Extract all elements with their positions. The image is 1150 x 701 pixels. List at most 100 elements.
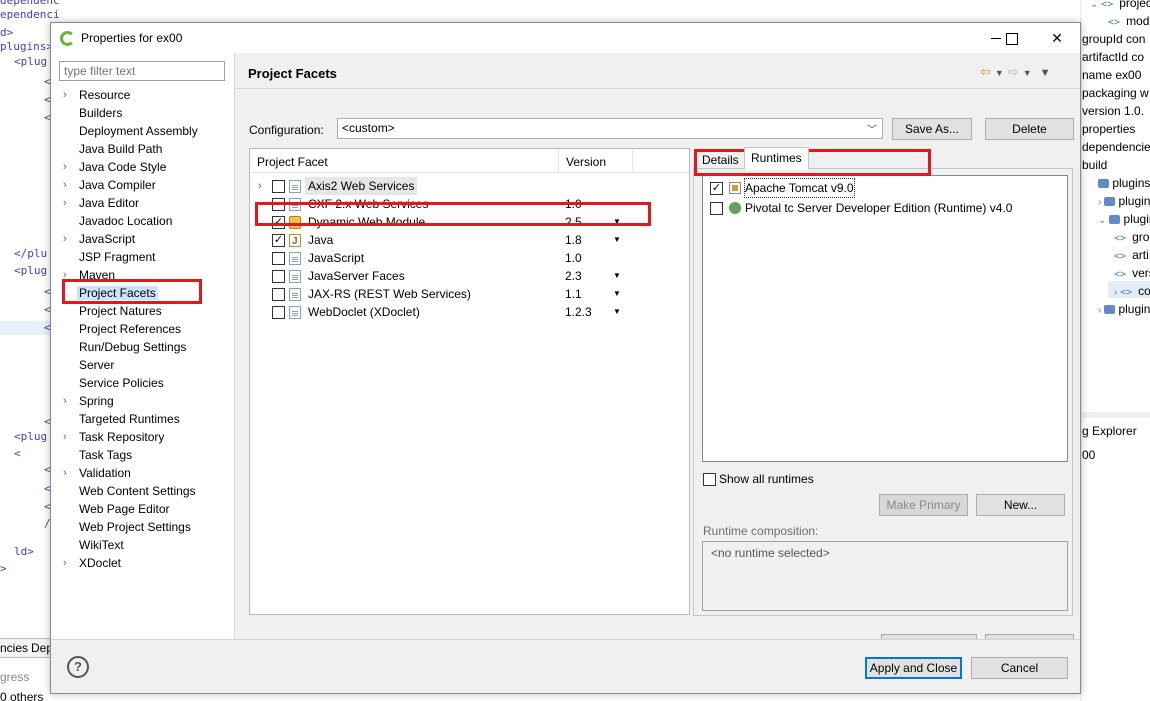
- nav-item[interactable]: Project References: [51, 320, 235, 338]
- nav-item[interactable]: Project Natures: [51, 302, 235, 320]
- maximize-button[interactable]: [1001, 28, 1021, 48]
- outline-row[interactable]: <> modelVersio: [1108, 14, 1150, 28]
- chevron-right-icon[interactable]: ›: [63, 464, 67, 482]
- facet-version[interactable]: 2.5: [565, 213, 582, 231]
- chevron-right-icon[interactable]: ›: [63, 392, 67, 410]
- runtime-checkbox[interactable]: ✓: [710, 182, 723, 195]
- facet-row[interactable]: › Axis2 Web Services: [250, 177, 689, 195]
- version-dropdown-icon[interactable]: ▼: [613, 285, 621, 303]
- outline-row[interactable]: <> vers: [1114, 266, 1150, 280]
- delete-button[interactable]: Delete: [985, 118, 1074, 140]
- column-project-facet[interactable]: Project Facet: [257, 155, 328, 169]
- facet-row[interactable]: WebDoclet (XDoclet) 1.2.3 ▼: [250, 303, 689, 321]
- version-dropdown-icon[interactable]: ▼: [613, 267, 621, 285]
- facet-checkbox[interactable]: [272, 180, 285, 193]
- facet-version[interactable]: 1.0: [565, 195, 582, 213]
- facet-row[interactable]: JAX-RS (REST Web Services) 1.1 ▼: [250, 285, 689, 303]
- package-explorer-item[interactable]: 00: [1082, 448, 1095, 462]
- nav-item[interactable]: › JavaScript: [51, 230, 235, 248]
- forward-menu-icon[interactable]: ▼: [1023, 68, 1032, 78]
- back-arrow-icon[interactable]: ⇦: [980, 64, 991, 79]
- chevron-right-icon[interactable]: ›: [63, 266, 67, 284]
- facet-row[interactable]: ✓ Dynamic Web Module 2.5 ▼: [250, 213, 689, 231]
- nav-item[interactable]: JSP Fragment: [51, 248, 235, 266]
- tab-runtimes[interactable]: Runtimes: [744, 147, 809, 170]
- nav-item[interactable]: Web Content Settings: [51, 482, 235, 500]
- outline-row[interactable]: groupId con: [1082, 32, 1145, 46]
- show-all-runtimes-checkbox[interactable]: [703, 473, 716, 486]
- chevron-down-icon[interactable]: ⌄: [1098, 215, 1109, 226]
- nav-item[interactable]: › XDoclet: [51, 554, 235, 572]
- chevron-right-icon[interactable]: ›: [63, 194, 67, 212]
- facet-checkbox[interactable]: ✓: [272, 234, 285, 247]
- forward-arrow-icon[interactable]: ⇨: [1008, 64, 1019, 79]
- runtime-checkbox[interactable]: [710, 202, 723, 215]
- facet-checkbox[interactable]: ✓: [272, 216, 285, 229]
- nav-item[interactable]: Targeted Runtimes: [51, 410, 235, 428]
- outline-row[interactable]: › <> con: [1114, 284, 1150, 298]
- nav-item[interactable]: › Task Repository: [51, 428, 235, 446]
- facet-version[interactable]: 1.2.3: [565, 303, 592, 321]
- outline-row[interactable]: <> gro: [1114, 230, 1149, 244]
- facet-row[interactable]: ✓ Java 1.8 ▼: [250, 231, 689, 251]
- runtime-row[interactable]: Pivotal tc Server Developer Edition (Run…: [703, 199, 1067, 217]
- package-explorer-title[interactable]: g Explorer: [1082, 424, 1137, 438]
- outline-row[interactable]: artifactId co: [1082, 50, 1144, 64]
- nav-item[interactable]: › Validation: [51, 464, 235, 482]
- nav-item[interactable]: › Java Compiler: [51, 176, 235, 194]
- nav-item[interactable]: Run/Debug Settings: [51, 338, 235, 356]
- column-version[interactable]: Version: [566, 155, 606, 169]
- view-menu-icon[interactable]: ▼: [1040, 67, 1051, 79]
- apply-and-close-button[interactable]: Apply and Close: [865, 657, 962, 679]
- nav-item[interactable]: Project Facets: [51, 284, 235, 302]
- outline-row[interactable]: ⌄ plugin: [1098, 212, 1150, 226]
- chevron-right-icon[interactable]: ›: [258, 177, 262, 195]
- nav-item[interactable]: Web Project Settings: [51, 518, 235, 536]
- outline-row[interactable]: properties: [1082, 122, 1135, 136]
- nav-item[interactable]: › Java Code Style: [51, 158, 235, 176]
- bottom-tab-dependencies[interactable]: ncies: [0, 641, 28, 655]
- back-menu-icon[interactable]: ▼: [995, 68, 1004, 78]
- outline-row[interactable]: plugins: [1098, 176, 1150, 190]
- facet-checkbox[interactable]: [272, 198, 285, 211]
- cancel-button[interactable]: Cancel: [971, 657, 1068, 679]
- facet-version[interactable]: 1.1: [565, 285, 582, 303]
- nav-item[interactable]: Web Page Editor: [51, 500, 235, 518]
- facet-checkbox[interactable]: [272, 270, 285, 283]
- save-as-button[interactable]: Save As...: [892, 118, 972, 140]
- chevron-right-icon[interactable]: ›: [63, 554, 67, 572]
- outline-row[interactable]: build: [1082, 158, 1107, 172]
- outline-row[interactable]: version 1.0.: [1082, 104, 1144, 118]
- facet-version[interactable]: 1.8: [565, 231, 582, 249]
- chevron-right-icon[interactable]: ›: [63, 428, 67, 446]
- chevron-right-icon[interactable]: ›: [63, 158, 67, 176]
- nav-item[interactable]: › Resource: [51, 86, 235, 104]
- nav-item[interactable]: Task Tags: [51, 446, 235, 464]
- facet-row[interactable]: JavaServer Faces 2.3 ▼: [250, 267, 689, 285]
- configuration-combo[interactable]: <custom> ﹀: [337, 118, 883, 139]
- outline-row[interactable]: name ex00: [1082, 68, 1141, 82]
- outline-row[interactable]: dependencie: [1082, 140, 1150, 154]
- facet-version[interactable]: 2.3: [565, 267, 582, 285]
- version-dropdown-icon[interactable]: ▼: [613, 231, 621, 249]
- tab-details[interactable]: Details: [695, 149, 746, 170]
- nav-item[interactable]: Server: [51, 356, 235, 374]
- version-dropdown-icon[interactable]: ▼: [613, 303, 621, 321]
- facet-row[interactable]: CXF 2.x Web Services 1.0: [250, 195, 689, 213]
- facet-checkbox[interactable]: [272, 306, 285, 319]
- nav-item[interactable]: Deployment Assembly: [51, 122, 235, 140]
- filter-input[interactable]: [59, 61, 225, 81]
- outline-row[interactable]: ⌄ <> project xmlns=h: [1090, 0, 1150, 10]
- nav-item[interactable]: Javadoc Location: [51, 212, 235, 230]
- nav-item[interactable]: WikiText: [51, 536, 235, 554]
- chevron-right-icon[interactable]: ›: [63, 230, 67, 248]
- chevron-right-icon[interactable]: ›: [63, 86, 67, 104]
- nav-item[interactable]: › Maven: [51, 266, 235, 284]
- facet-checkbox[interactable]: [272, 252, 285, 265]
- nav-item[interactable]: Java Build Path: [51, 140, 235, 158]
- outline-row[interactable]: packaging w: [1082, 86, 1149, 100]
- outline-row[interactable]: <> arti: [1114, 248, 1149, 262]
- outline-row[interactable]: › plugin: [1098, 194, 1150, 208]
- make-primary-button[interactable]: Make Primary: [879, 494, 968, 516]
- nav-item[interactable]: Service Policies: [51, 374, 235, 392]
